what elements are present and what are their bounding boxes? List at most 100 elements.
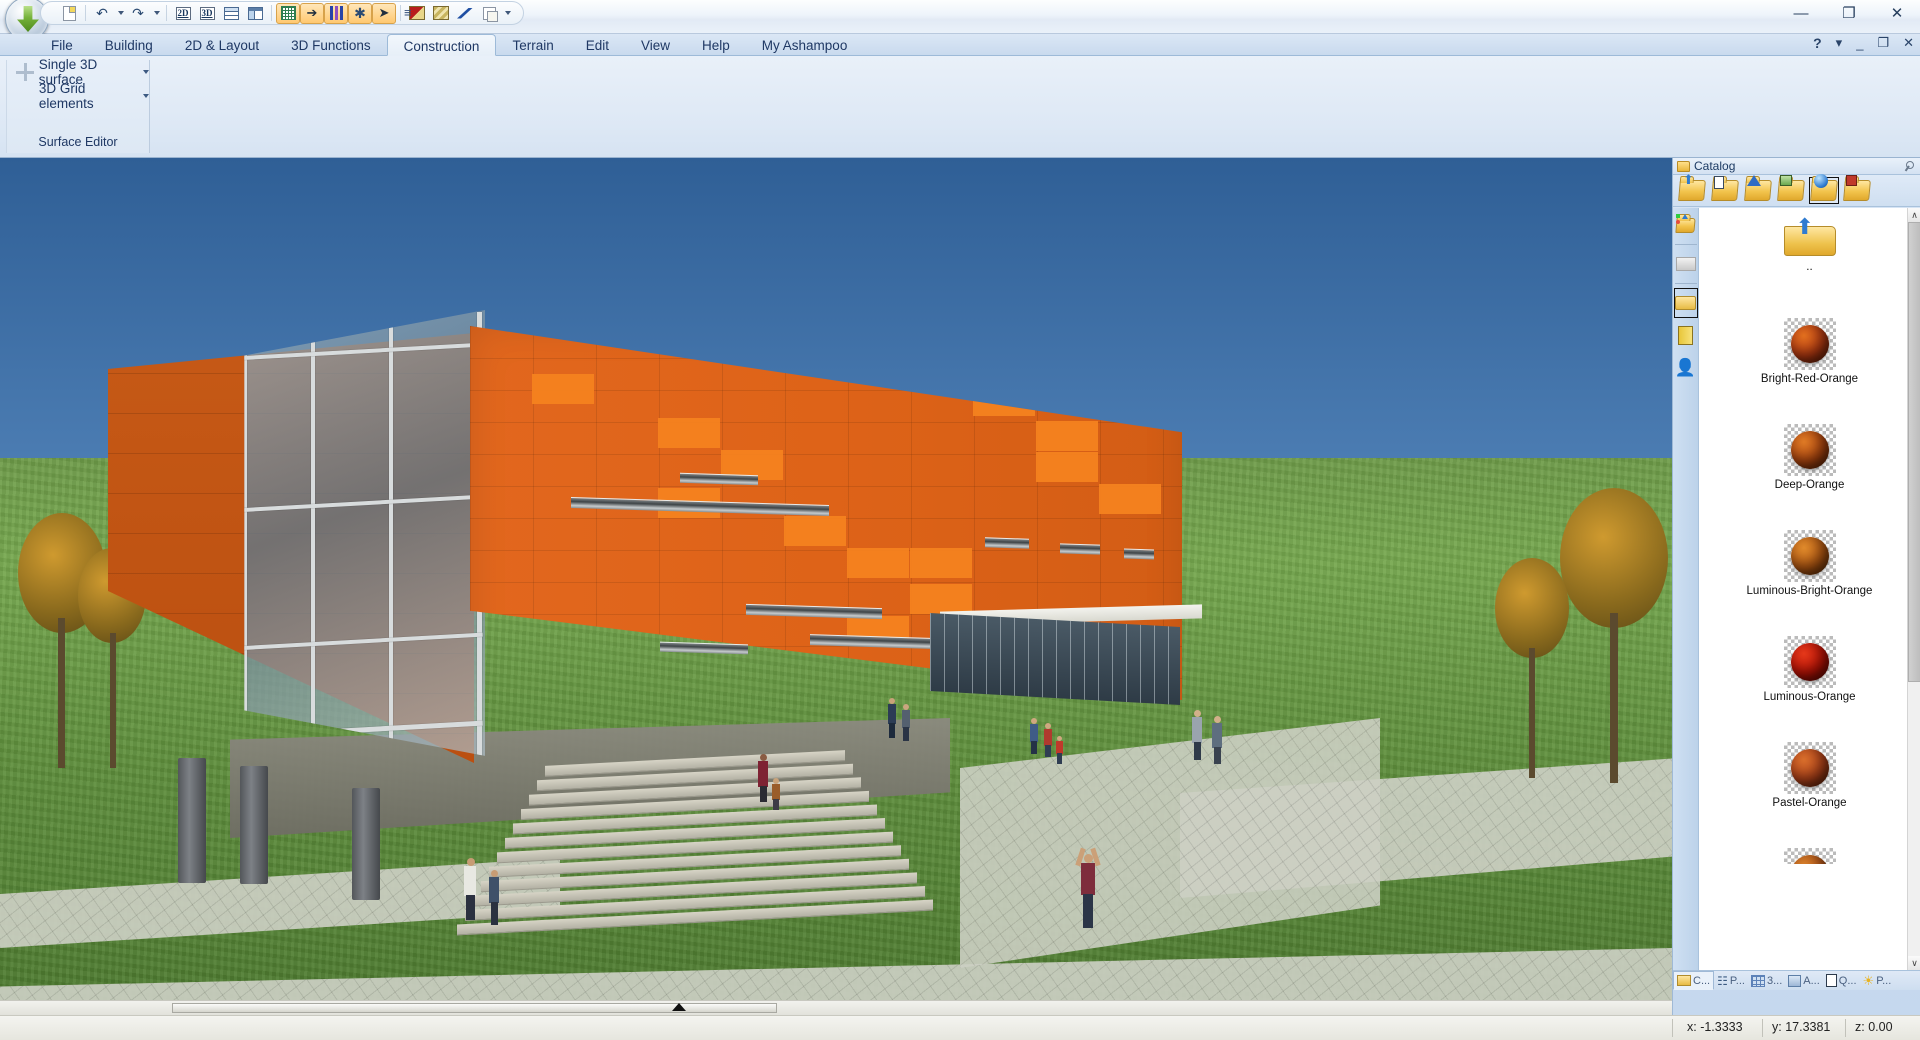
tab-construction[interactable]: Construction [386,34,497,56]
catalog-item-label: Luminous-Bright-Orange [1746,585,1873,597]
catalog-item-label: Deep-Orange [1774,479,1845,491]
undo-button[interactable]: ↶ [90,3,114,24]
catalog-item-list[interactable]: ⬆ .. Bright-Red-Orange Deep-Orange Lumin… [1699,208,1920,970]
viewport-horizontal-scrollbar[interactable] [0,1000,1672,1015]
tab-catalog[interactable]: C... [1673,971,1715,990]
figure-person [1028,718,1039,754]
mdi-restore-button[interactable]: ❐ [1877,35,1889,51]
sidebar-colors-button[interactable] [1674,210,1698,240]
support-pillar [352,788,380,900]
tab-2d-layout[interactable]: 2D & Layout [169,34,275,56]
qat-overflow-icon[interactable]: ≡ [404,5,412,20]
help-icon[interactable]: ? [1813,35,1822,51]
toolbar-separator [85,5,86,21]
redo-dropdown[interactable] [150,3,162,24]
application-window: ↶ ↷ 2D 3D ➔ ✱ ➤ ≡ — ❐ ✕ File Building 2D… [0,0,1920,1040]
mdi-window-controls: ? ▾ _ ❐ ✕ [1813,35,1914,51]
undo-dropdown[interactable] [114,3,126,24]
tab-help[interactable]: Help [686,34,746,56]
mdi-minimize-button[interactable]: _ [1856,36,1863,51]
scrollbar-thumb[interactable] [172,1003,777,1013]
copy-dropdown[interactable] [501,3,513,24]
catalog-scrollbar[interactable]: ∧ ∨ [1907,208,1920,970]
floor-tool-button[interactable] [429,3,453,24]
snap-point-button[interactable]: ✱ [348,2,372,24]
pointer-button[interactable]: ➤ [372,2,396,24]
chevron-down-icon[interactable] [143,94,149,98]
catalog-item-label: Bright-Red-Orange [1760,373,1859,385]
tab-attributes[interactable]: A... [1785,971,1823,990]
tab-quantity[interactable]: Q... [1823,971,1860,990]
catalog-roofs-button[interactable] [1743,175,1773,204]
split-vertical-button[interactable] [243,3,267,24]
chevron-down-icon[interactable] [143,70,149,74]
catalog-windows-button[interactable] [1710,176,1740,204]
catalog-item[interactable]: Luminous-Bright-Orange [1699,530,1920,597]
snap-grid-button[interactable] [276,2,300,24]
roof-tool-button[interactable] [453,3,477,24]
copy-tool-button[interactable] [477,3,501,24]
ribbon-window [1124,548,1154,560]
snap-object-button[interactable] [324,2,348,24]
catalog-item-label: Pastel-Orange [1772,797,1847,809]
catalog-images-button[interactable] [1776,175,1806,204]
ribbon-group-surface-editor: Single 3D surface 3D Grid elements Surfa… [6,57,150,153]
support-pillar [240,766,268,884]
catalog-item-label: .. [1806,261,1813,273]
sidebar-people-button[interactable]: 👤 [1674,352,1698,382]
tab-3d[interactable]: 3... [1748,971,1785,990]
ribbon-panel: Single 3D surface 3D Grid elements Surfa… [0,56,1920,158]
catalog-title-label: Catalog [1694,159,1736,173]
tab-label: C... [1693,974,1711,987]
figure-person [756,754,770,802]
catalog-materials-button[interactable] [1809,174,1839,204]
split-horizontal-button[interactable] [219,3,243,24]
pin-icon[interactable] [1902,160,1916,173]
scroll-down-arrow[interactable]: ∨ [1908,956,1920,970]
redo-button[interactable]: ↷ [126,3,150,24]
ribbon-item-3d-grid-elements[interactable]: 3D Grid elements [7,81,149,111]
scrollbar-thumb[interactable] [1908,222,1920,682]
figure-person [487,870,501,925]
tab-label: 3... [1766,974,1783,987]
catalog-open-folder-button[interactable]: ⬆ [1677,172,1707,204]
tab-edit[interactable]: Edit [570,34,625,56]
toolbar-separator [400,5,401,21]
tab-properties[interactable]: ☀ P... [1860,971,1895,990]
status-coordinate-y: y: 17.3381 [1772,1020,1831,1034]
tab-my-ashampoo[interactable]: My Ashampoo [746,34,864,56]
catalog-objects-button[interactable] [1842,175,1872,204]
folder-icon [1677,160,1690,172]
catalog-item[interactable]: Luminous-Orange [1699,636,1920,703]
tab-file[interactable]: File [35,34,89,56]
window-close-button[interactable]: ✕ [1882,2,1912,24]
3d-viewport[interactable] [0,158,1672,1015]
parent-folder-item[interactable]: ⬆ .. [1699,214,1920,273]
tab-label: Q... [1838,974,1857,987]
view-2d-button[interactable]: 2D [171,3,195,24]
mdi-close-button[interactable]: ✕ [1903,35,1914,51]
tab-terrain[interactable]: Terrain [496,34,569,56]
catalog-item-partial[interactable] [1699,848,1920,864]
sidebar-grey-folder-button[interactable] [1674,249,1698,279]
tab-3d-functions[interactable]: 3D Functions [275,34,387,56]
tab-view[interactable]: View [625,34,686,56]
new-document-button[interactable] [57,3,81,24]
window-minimize-button[interactable]: — [1786,2,1816,24]
catalog-item[interactable]: Pastel-Orange [1699,742,1920,809]
scroll-up-arrow[interactable]: ∧ [1908,208,1920,222]
chevron-down-icon[interactable]: ▾ [1836,35,1843,51]
view-3d-button[interactable]: 3D [195,3,219,24]
catalog-item[interactable]: Bright-Red-Orange [1699,318,1920,385]
catalog-item[interactable]: Deep-Orange [1699,424,1920,491]
tab-project[interactable]: ☷ P... [1714,971,1748,990]
material-swatch [1783,636,1836,688]
building-model [0,158,1672,1015]
arrow-select-button[interactable]: ➔ [300,2,324,24]
figure-person [1055,736,1065,764]
toolbar-separator [271,5,272,21]
sidebar-books-button[interactable] [1674,320,1698,350]
window-maximize-button[interactable]: ❐ [1834,2,1864,24]
sidebar-textures-button[interactable] [1673,288,1698,318]
tab-building[interactable]: Building [89,34,169,56]
